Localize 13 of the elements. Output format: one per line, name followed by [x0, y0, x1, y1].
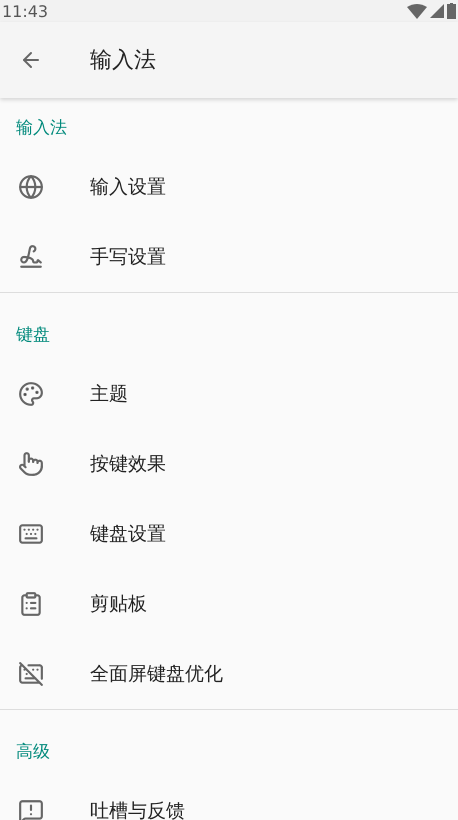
settings-item[interactable]: 键盘设置 — [90, 521, 166, 547]
status-time: 11:43 — [2, 2, 48, 20]
settings-item[interactable]: 按键效果 — [90, 451, 166, 477]
settings-item[interactable]: 手写设置 — [90, 244, 166, 270]
settings-item[interactable]: 主题 — [90, 381, 128, 407]
settings-item[interactable]: 输入设置 — [90, 174, 166, 200]
section-header: 键盘 — [15, 324, 51, 347]
settings-item[interactable]: 剪贴板 — [90, 591, 147, 617]
section-header: 高级 — [15, 741, 51, 764]
settings-item[interactable]: 全面屏键盘优化 — [90, 661, 223, 687]
page-title: 输入法 — [90, 47, 156, 75]
settings-item[interactable]: 吐槽与反馈 — [90, 798, 185, 820]
section-header: 输入法 — [15, 117, 68, 140]
